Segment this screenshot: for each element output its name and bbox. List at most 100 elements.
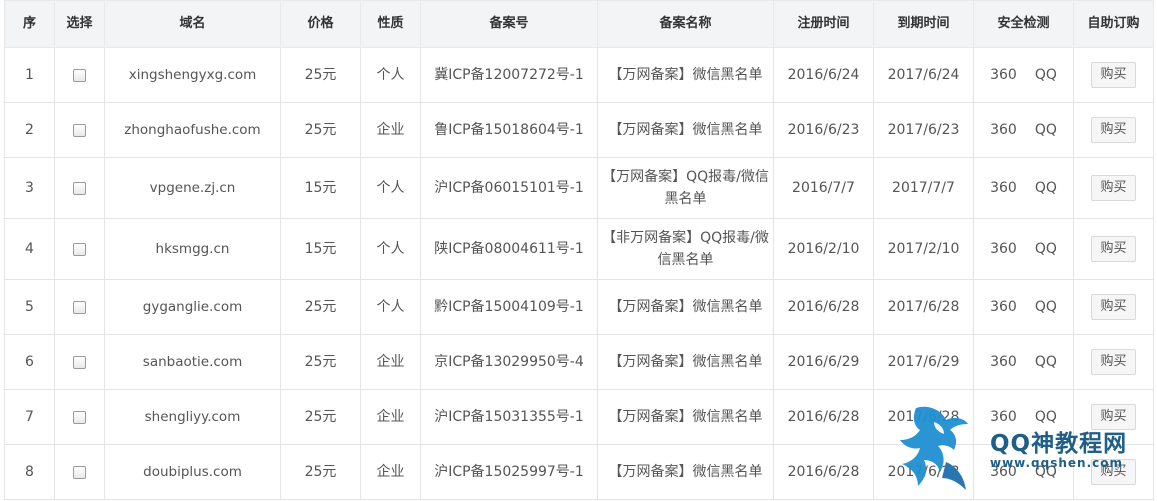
expire-date: 2017/6/28 bbox=[873, 389, 974, 445]
expire-date: 2017/2/10 bbox=[873, 218, 974, 280]
price: 25元 bbox=[280, 334, 361, 390]
row-checkbox[interactable] bbox=[73, 181, 86, 195]
expire-date: 2017/6/29 bbox=[873, 334, 974, 390]
owner-type: 企业 bbox=[360, 389, 421, 445]
security-check-cell: 360 QQ bbox=[973, 444, 1074, 500]
owner-type: 个人 bbox=[360, 218, 421, 280]
security-check-cell: 360 QQ bbox=[973, 334, 1074, 390]
check-360-link[interactable]: 360 bbox=[990, 354, 1017, 370]
row-select-cell bbox=[54, 389, 105, 445]
check-qq-link[interactable]: QQ bbox=[1035, 299, 1057, 315]
row-checkbox[interactable] bbox=[73, 300, 86, 314]
security-check-cell: 360 QQ bbox=[973, 102, 1074, 158]
domain-name: zhonghaofushe.com bbox=[104, 102, 281, 158]
icp-name: 【万网备案】微信黑名单 bbox=[597, 334, 774, 390]
order-cell: 购买 bbox=[1073, 102, 1154, 158]
order-cell: 购买 bbox=[1073, 218, 1154, 280]
check-qq-link[interactable]: QQ bbox=[1035, 67, 1057, 83]
icp-number: 鲁ICP备15018604号-1 bbox=[420, 102, 598, 158]
icp-number: 沪ICP备06015101号-1 bbox=[420, 157, 598, 219]
domain-name: xingshengyxg.com bbox=[104, 47, 281, 103]
order-cell: 购买 bbox=[1073, 157, 1154, 219]
expire-date: 2017/6/24 bbox=[873, 47, 974, 103]
buy-button[interactable]: 购买 bbox=[1091, 459, 1136, 485]
icp-number: 黔ICP备15004109号-1 bbox=[420, 279, 598, 335]
buy-button[interactable]: 购买 bbox=[1091, 236, 1136, 262]
price: 15元 bbox=[280, 218, 361, 280]
check-360-link[interactable]: 360 bbox=[990, 67, 1017, 83]
header-exp-date: 到期时间 bbox=[873, 0, 974, 48]
register-date: 2016/7/7 bbox=[773, 157, 874, 219]
table-body: 1 xingshengyxg.com 25元 个人 冀ICP备12007272号-1 【万… bbox=[4, 47, 1154, 500]
check-360-link[interactable]: 360 bbox=[990, 180, 1017, 196]
owner-type: 企业 bbox=[360, 444, 421, 500]
owner-type: 企业 bbox=[360, 102, 421, 158]
order-cell: 购买 bbox=[1073, 279, 1154, 335]
check-qq-link[interactable]: QQ bbox=[1035, 409, 1057, 425]
row-select-cell bbox=[54, 444, 105, 500]
row-checkbox[interactable] bbox=[73, 123, 86, 137]
header-security-check: 安全检测 bbox=[973, 0, 1074, 48]
register-date: 2016/6/29 bbox=[773, 334, 874, 390]
row-number: 8 bbox=[4, 444, 55, 500]
icp-name: 【万网备案】微信黑名单 bbox=[597, 47, 774, 103]
icp-number: 京ICP备13029950号-4 bbox=[420, 334, 598, 390]
price: 25元 bbox=[280, 279, 361, 335]
icp-name: 【非万网备案】QQ报毒/微信黑名单 bbox=[597, 218, 774, 280]
table-row: 5 gyganglie.com 25元 个人 黔ICP备15004109号-1 【万网备案… bbox=[4, 279, 1154, 335]
owner-type: 企业 bbox=[360, 334, 421, 390]
table-row: 3 vpgene.zj.cn 15元 个人 沪ICP备06015101号-1 【万网备案】… bbox=[4, 157, 1154, 219]
header-no: 序 bbox=[4, 0, 55, 48]
domain-name: sanbaotie.com bbox=[104, 334, 281, 390]
price: 25元 bbox=[280, 102, 361, 158]
expire-date: 2017/7/7 bbox=[873, 157, 974, 219]
buy-button[interactable]: 购买 bbox=[1091, 294, 1136, 320]
icp-name: 【万网备案】微信黑名单 bbox=[597, 389, 774, 445]
table-row: 8 doubiplus.com 25元 企业 沪ICP备15025997号-1 【万网备案… bbox=[4, 444, 1154, 500]
row-select-cell bbox=[54, 102, 105, 158]
row-select-cell bbox=[54, 279, 105, 335]
check-360-link[interactable]: 360 bbox=[990, 241, 1017, 257]
row-checkbox[interactable] bbox=[73, 242, 86, 256]
expire-date: 2017/6/23 bbox=[873, 102, 974, 158]
domain-name: hksmgg.cn bbox=[104, 218, 281, 280]
row-checkbox[interactable] bbox=[73, 355, 86, 369]
row-checkbox[interactable] bbox=[73, 410, 86, 424]
check-360-link[interactable]: 360 bbox=[990, 299, 1017, 315]
header-domain: 域名 bbox=[104, 0, 281, 48]
order-cell: 购买 bbox=[1073, 444, 1154, 500]
row-checkbox[interactable] bbox=[73, 465, 86, 479]
check-qq-link[interactable]: QQ bbox=[1035, 122, 1057, 138]
check-qq-link[interactable]: QQ bbox=[1035, 464, 1057, 480]
security-check-cell: 360 QQ bbox=[973, 47, 1074, 103]
row-number: 1 bbox=[4, 47, 55, 103]
table-row: 7 shengliyy.com 25元 企业 沪ICP备15031355号-1 【万网备案… bbox=[4, 389, 1154, 445]
header-reg-date: 注册时间 bbox=[773, 0, 874, 48]
buy-button[interactable]: 购买 bbox=[1091, 117, 1136, 143]
check-360-link[interactable]: 360 bbox=[990, 409, 1017, 425]
buy-button[interactable]: 购买 bbox=[1091, 62, 1136, 88]
check-qq-link[interactable]: QQ bbox=[1035, 354, 1057, 370]
check-qq-link[interactable]: QQ bbox=[1035, 180, 1057, 196]
domain-name: shengliyy.com bbox=[104, 389, 281, 445]
table-row: 1 xingshengyxg.com 25元 个人 冀ICP备12007272号-1 【万… bbox=[4, 47, 1154, 103]
icp-name: 【万网备案】微信黑名单 bbox=[597, 444, 774, 500]
row-select-cell bbox=[54, 157, 105, 219]
security-check-cell: 360 QQ bbox=[973, 157, 1074, 219]
header-type: 性质 bbox=[360, 0, 421, 48]
row-checkbox[interactable] bbox=[73, 68, 86, 82]
buy-button[interactable]: 购买 bbox=[1091, 349, 1136, 375]
check-360-link[interactable]: 360 bbox=[990, 122, 1017, 138]
header-order: 自助订购 bbox=[1073, 0, 1154, 48]
check-360-link[interactable]: 360 bbox=[990, 464, 1017, 480]
icp-number: 沪ICP备15025997号-1 bbox=[420, 444, 598, 500]
buy-button[interactable]: 购买 bbox=[1091, 404, 1136, 430]
domain-table: 序选择 域名 价格 性质 备案号 备案名称 注册时间 到期时间 安全检测 自助订购 1 xingsh… bbox=[4, 0, 1154, 500]
icp-number: 冀ICP备12007272号-1 bbox=[420, 47, 598, 103]
security-check-cell: 360 QQ bbox=[973, 279, 1074, 335]
check-qq-link[interactable]: QQ bbox=[1035, 241, 1057, 257]
header-icp-name: 备案名称 bbox=[597, 0, 774, 48]
buy-button[interactable]: 购买 bbox=[1091, 175, 1136, 201]
register-date: 2016/6/28 bbox=[773, 279, 874, 335]
owner-type: 个人 bbox=[360, 47, 421, 103]
